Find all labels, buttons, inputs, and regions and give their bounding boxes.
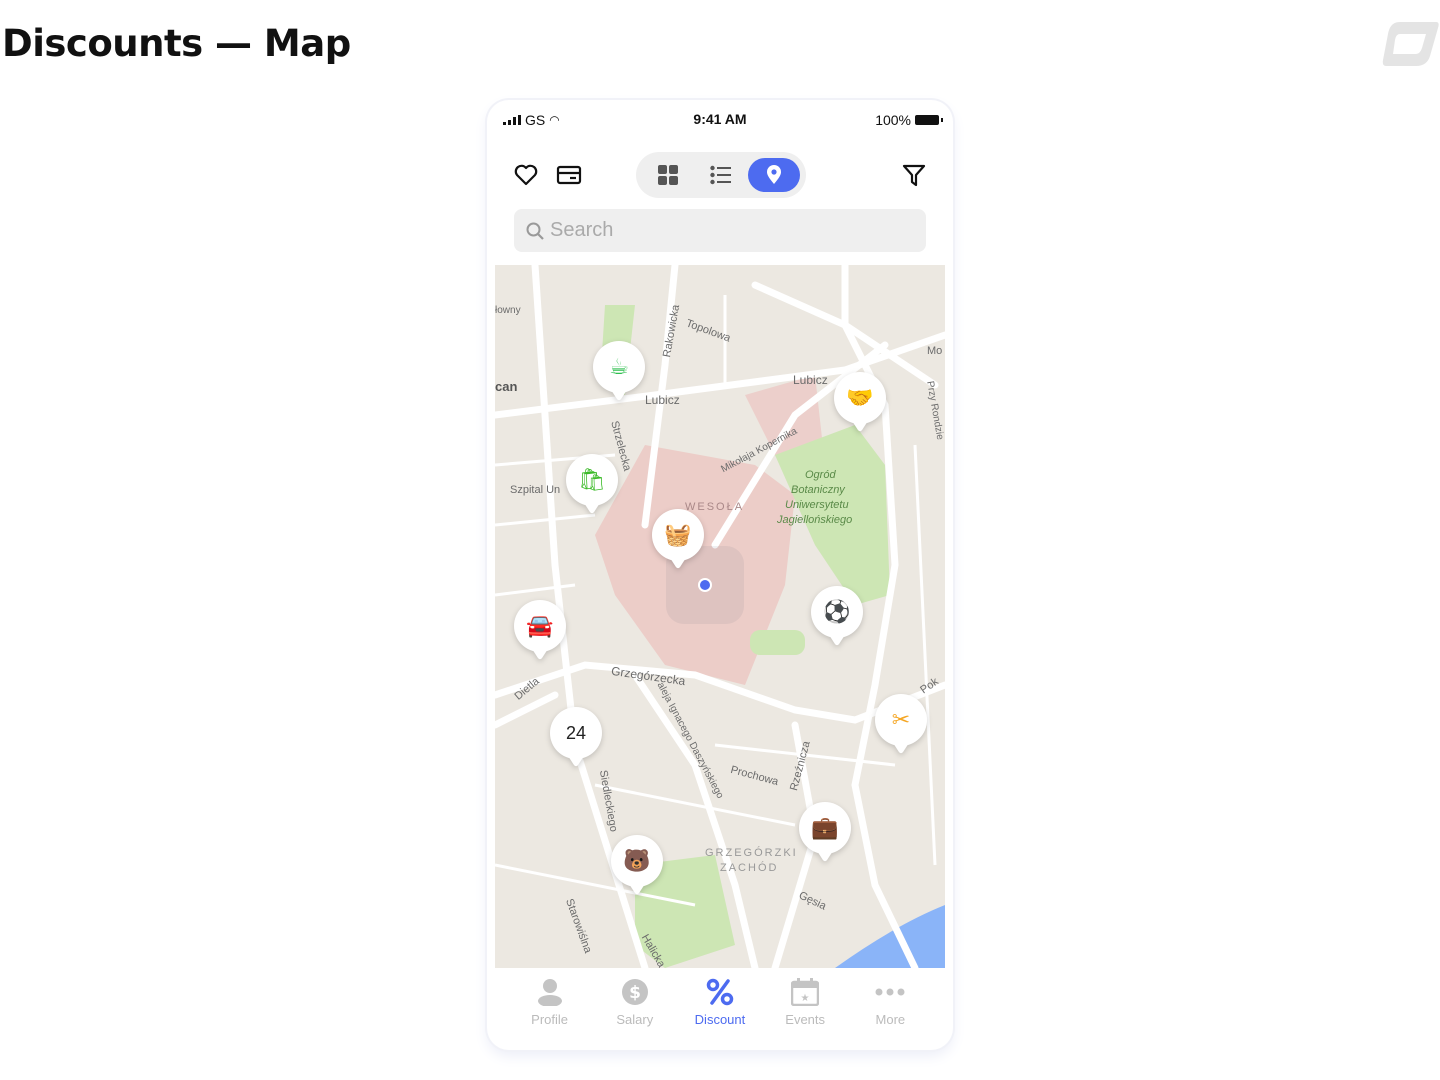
cluster-count: 24	[565, 722, 587, 743]
basket-icon: 🧺	[664, 522, 692, 547]
heart-icon	[514, 164, 538, 186]
tab-profile[interactable]: Profile	[510, 978, 590, 1038]
map-label: Mo	[927, 345, 943, 357]
map-label: Lubicz	[793, 373, 828, 387]
tab-label: Salary	[616, 1012, 654, 1027]
map-pin[interactable]: 24	[550, 707, 602, 775]
svg-text:$: $	[629, 983, 641, 1003]
search-input[interactable]	[550, 219, 910, 242]
dollar-icon: $	[621, 979, 648, 1005]
more-dots-icon	[875, 988, 905, 996]
current-location-dot	[700, 580, 710, 590]
grid-icon	[658, 165, 678, 185]
view-list-button[interactable]	[695, 158, 747, 192]
map-pin[interactable]: 💼	[799, 802, 851, 870]
view-map-button[interactable]	[748, 158, 800, 192]
brand-logo-icon	[1382, 22, 1439, 66]
list-icon	[710, 165, 731, 185]
tab-bar: Profile $ Salary Discount ★ Events More	[487, 978, 953, 1038]
map-label: Lubicz	[645, 393, 680, 407]
suitcase-icon: 💼	[811, 815, 839, 840]
map-label: GRZEGÓRZKI	[705, 847, 798, 859]
scissors-icon: ✂	[891, 707, 911, 732]
tab-discount[interactable]: Discount	[680, 978, 760, 1038]
view-mode-switch	[636, 152, 806, 198]
status-bar: GS ◠ 9:41 AM 100%	[487, 100, 953, 140]
search-field[interactable]	[514, 209, 926, 252]
map-pin[interactable]: 🤝	[834, 372, 886, 440]
map-label: Ogród	[805, 469, 836, 481]
filter-icon	[902, 164, 926, 187]
soccer-ball-icon: ⚽	[823, 599, 851, 624]
car-icon: 🚘	[526, 613, 554, 638]
coffee-cup-icon: ☕	[609, 354, 629, 379]
card-button[interactable]	[554, 160, 584, 190]
tab-label: More	[875, 1012, 906, 1027]
phone-frame: GS ◠ 9:41 AM 100% Search Topolowa Rakowi…	[487, 100, 953, 1050]
tab-label: Discount	[694, 1012, 746, 1027]
percent-icon	[706, 978, 734, 1006]
map-pin[interactable]: ☕	[593, 341, 645, 409]
svg-text:★: ★	[801, 993, 810, 1004]
map-label: ZACHÓD	[720, 862, 779, 874]
map-label: Botaniczny	[791, 484, 845, 496]
shopping-bag-icon: 🛍	[578, 467, 606, 492]
filter-button[interactable]	[899, 160, 929, 190]
tab-label: Events	[785, 1012, 826, 1027]
map-label: Uniwersytetu	[785, 499, 849, 511]
person-icon	[537, 979, 562, 1006]
map-label: łowny	[495, 305, 521, 316]
map-pin[interactable]: ✂	[875, 694, 927, 762]
handshake-icon: 🤝	[846, 385, 874, 410]
map-pin[interactable]: ⚽	[811, 586, 863, 654]
tab-label: Profile	[531, 1012, 569, 1027]
bear-icon: 🐻	[623, 848, 651, 873]
map-pin[interactable]: 🧺	[652, 509, 704, 577]
tab-events[interactable]: ★ Events	[765, 978, 845, 1038]
search-icon	[526, 222, 544, 240]
favorites-button[interactable]	[511, 160, 541, 190]
battery-percent: 100%	[875, 112, 911, 128]
calendar-star-icon: ★	[791, 978, 820, 1006]
tab-salary[interactable]: $ Salary	[595, 978, 675, 1038]
tab-more[interactable]: More	[850, 978, 930, 1038]
map-pin[interactable]: 🛍	[566, 454, 618, 522]
map-pin[interactable]: 🚘	[514, 600, 566, 668]
battery-icon	[915, 115, 943, 125]
map-label: Jagiellońskiego	[777, 514, 853, 526]
view-grid-button[interactable]	[642, 158, 694, 192]
map-label: Szpital Un	[510, 484, 561, 496]
map-pin-icon	[767, 165, 781, 184]
map-label: can	[495, 379, 518, 394]
map-view[interactable]: Topolowa Rakowicka Lubicz Lubicz Strzele…	[495, 265, 945, 968]
cluster-badge: 24	[550, 707, 602, 759]
page-title: Discounts — Map	[2, 22, 351, 65]
card-icon	[556, 165, 582, 185]
map-pin[interactable]: 🐻	[611, 835, 663, 903]
